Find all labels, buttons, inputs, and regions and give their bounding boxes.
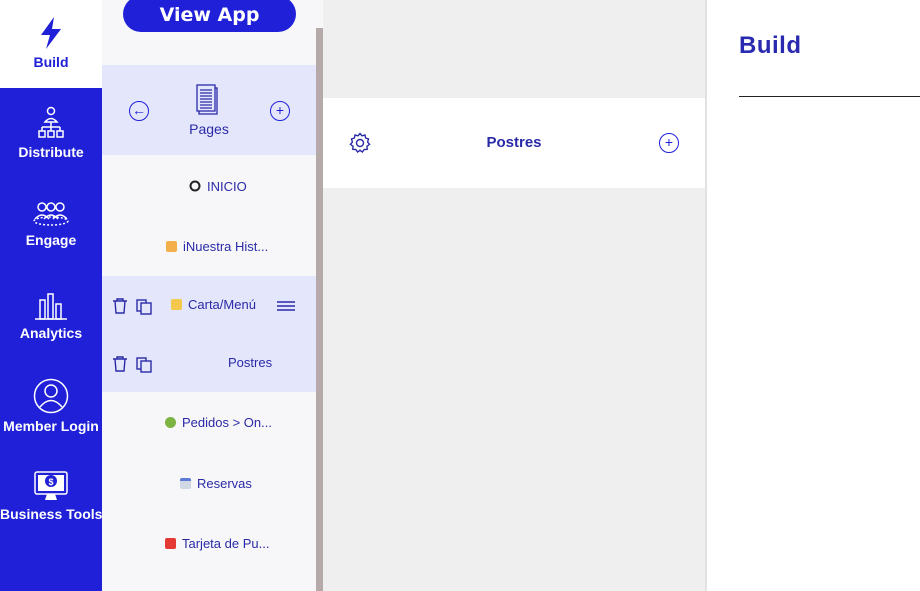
drag-handle-icon[interactable] — [277, 298, 295, 314]
notebook-emoji-icon — [171, 299, 182, 310]
pages-icon — [196, 84, 218, 115]
gift-emoji-icon — [165, 538, 176, 549]
calendar-emoji-icon — [180, 478, 191, 489]
sidebar-item-label: Engage — [25, 232, 77, 248]
list-item[interactable]: INICIO — [102, 158, 316, 216]
lightning-icon — [41, 17, 61, 49]
sidebar-item-analytics[interactable]: Analytics — [0, 291, 102, 341]
settings-panel: Build — [707, 0, 920, 591]
sidebar-item-engage[interactable]: Engage — [0, 202, 102, 248]
pages-title: Pages — [189, 121, 229, 137]
monitor-dollar-icon: $ — [34, 471, 68, 500]
list-item[interactable]: Postres — [102, 334, 316, 392]
add-section-icon[interactable]: + — [659, 133, 679, 153]
panel-title: Build — [739, 32, 802, 59]
chef-emoji-icon — [166, 241, 177, 252]
sidebar-item-label: Member Login — [3, 418, 99, 434]
sidebar-item-label: Build — [33, 54, 69, 70]
list-item[interactable]: Carta/Menú — [102, 276, 316, 334]
duplicate-icon[interactable] — [136, 299, 152, 315]
page-label: Reservas — [197, 476, 252, 491]
sidebar-item-label: Distribute — [18, 144, 84, 160]
page-label: Carta/Menú — [188, 297, 256, 312]
sidebar-item-member-login[interactable]: Member Login — [0, 378, 102, 434]
subpage-title: Postres — [486, 134, 542, 151]
pages-header: ← + Pages — [102, 65, 316, 155]
page-label: INICIO — [207, 179, 247, 194]
bar-chart-icon — [35, 293, 67, 320]
sidebar-item-distribute[interactable]: Distribute — [0, 106, 102, 160]
list-item[interactable]: Tarjeta de Pu... — [102, 515, 316, 573]
list-item[interactable]: Reservas — [102, 455, 316, 513]
title-divider — [739, 96, 920, 97]
page-label: iNuestra Hist... — [183, 239, 269, 254]
sidebar-item-business-tools[interactable]: $ Business Tools — [0, 470, 102, 522]
add-page-icon[interactable]: + — [270, 101, 290, 121]
page-label: Postres — [228, 355, 273, 370]
view-app-button[interactable]: View App — [123, 0, 296, 32]
org-chart-icon — [38, 106, 64, 138]
sidebar-item-build[interactable]: Build — [0, 0, 102, 88]
main-sidebar: Build Distribute Engage Analytics Member… — [0, 0, 102, 591]
pages-scrollbar[interactable] — [316, 0, 323, 591]
sidebar-item-label: Analytics — [19, 325, 83, 341]
duplicate-icon[interactable] — [136, 357, 152, 373]
sidebar-item-label: Business Tools — [0, 506, 103, 522]
subpage-header: Postres + — [323, 98, 705, 188]
trash-icon[interactable] — [112, 298, 128, 314]
trash-icon[interactable] — [112, 356, 128, 372]
users-icon — [33, 202, 69, 226]
preview-panel — [323, 0, 705, 591]
svg-text:$: $ — [48, 477, 53, 487]
user-circle-icon — [33, 378, 69, 414]
list-item[interactable]: iNuestra Hist... — [102, 218, 316, 276]
avocado-emoji-icon — [165, 417, 176, 428]
list-item[interactable]: Pedidos > On... — [102, 394, 316, 452]
back-arrow-icon[interactable]: ← — [129, 101, 149, 121]
page-label: Pedidos > On... — [182, 415, 272, 430]
circle-icon — [189, 180, 201, 192]
page-label: Tarjeta de Pu... — [182, 536, 270, 551]
scrollbar-thumb[interactable] — [316, 28, 323, 591]
